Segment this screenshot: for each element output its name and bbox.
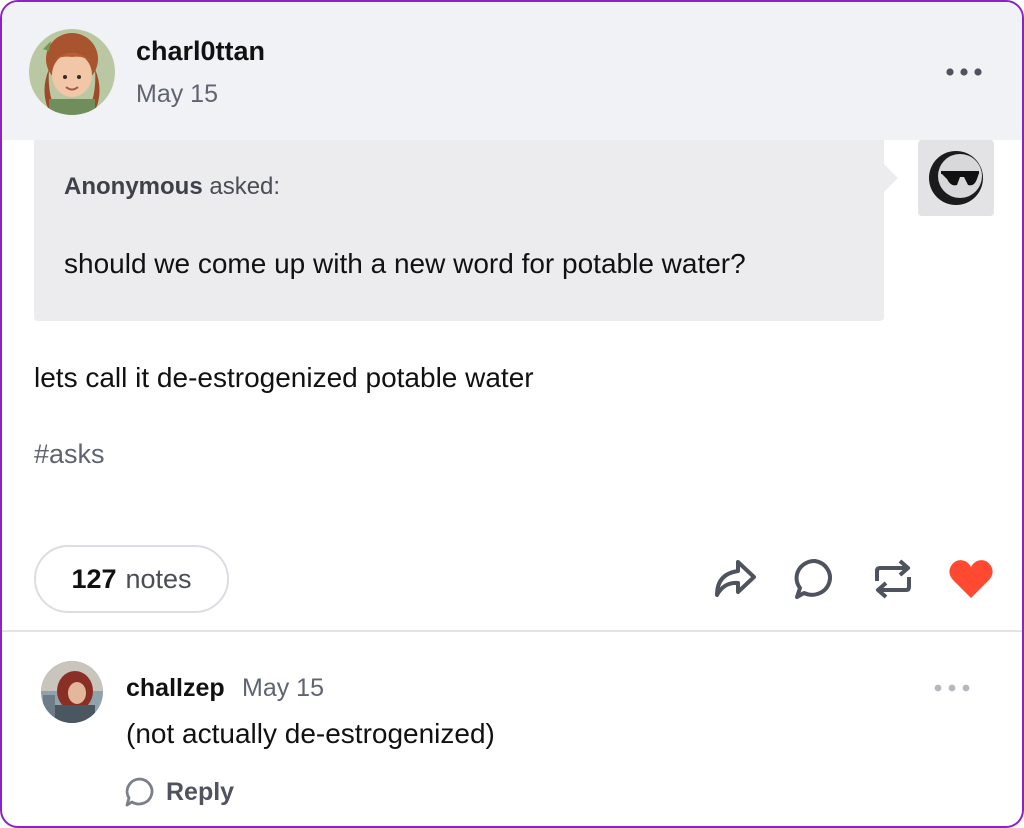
more-icon	[946, 68, 982, 76]
more-options-button[interactable]	[942, 57, 986, 87]
anonymous-avatar	[918, 140, 994, 216]
post-header: charl0ttan May 15	[2, 2, 1022, 140]
comment-date: May 15	[242, 674, 324, 702]
like-icon	[949, 560, 993, 598]
reply-icon	[125, 777, 154, 807]
author-name[interactable]: charl0ttan	[136, 36, 265, 67]
like-button[interactable]	[946, 554, 996, 604]
more-icon	[934, 684, 970, 692]
reblog-button[interactable]	[868, 554, 918, 604]
share-button[interactable]	[710, 554, 760, 604]
notes-label: notes	[125, 563, 192, 594]
reply-label: Reply	[166, 777, 235, 806]
post-date[interactable]: May 15	[136, 80, 218, 109]
reblog-icon	[875, 559, 911, 599]
ask-meta: Anonymous asked:	[64, 173, 280, 201]
reply-icon	[794, 558, 832, 599]
comment-text: (not actually de-estrogenized)	[126, 718, 495, 749]
comment-author[interactable]: challzep	[126, 674, 225, 703]
divider	[2, 630, 1022, 632]
anonymous-sunglasses-icon	[929, 151, 983, 205]
author-avatar[interactable]	[29, 29, 115, 115]
post-card: charl0ttan May 15 Anonymous asked: shoul…	[0, 0, 1024, 828]
ask-box: Anonymous asked: should we come up with …	[34, 140, 898, 321]
notes-count: 127	[71, 563, 117, 594]
comment-reply-button[interactable]: Reply	[124, 774, 234, 810]
commenter-avatar[interactable]	[41, 661, 103, 723]
asked-label: asked:	[209, 173, 281, 200]
ask-question: should we come up with a new word for po…	[64, 248, 746, 279]
post-tag[interactable]: #asks	[34, 439, 105, 470]
reply-button[interactable]	[790, 554, 840, 604]
asker-name: Anonymous	[64, 173, 203, 200]
notes-button[interactable]: 127 notes	[34, 545, 229, 613]
post-answer: lets call it de-estrogenized potable wat…	[34, 362, 534, 393]
comment-more-button[interactable]	[930, 676, 974, 700]
share-icon	[715, 560, 756, 597]
